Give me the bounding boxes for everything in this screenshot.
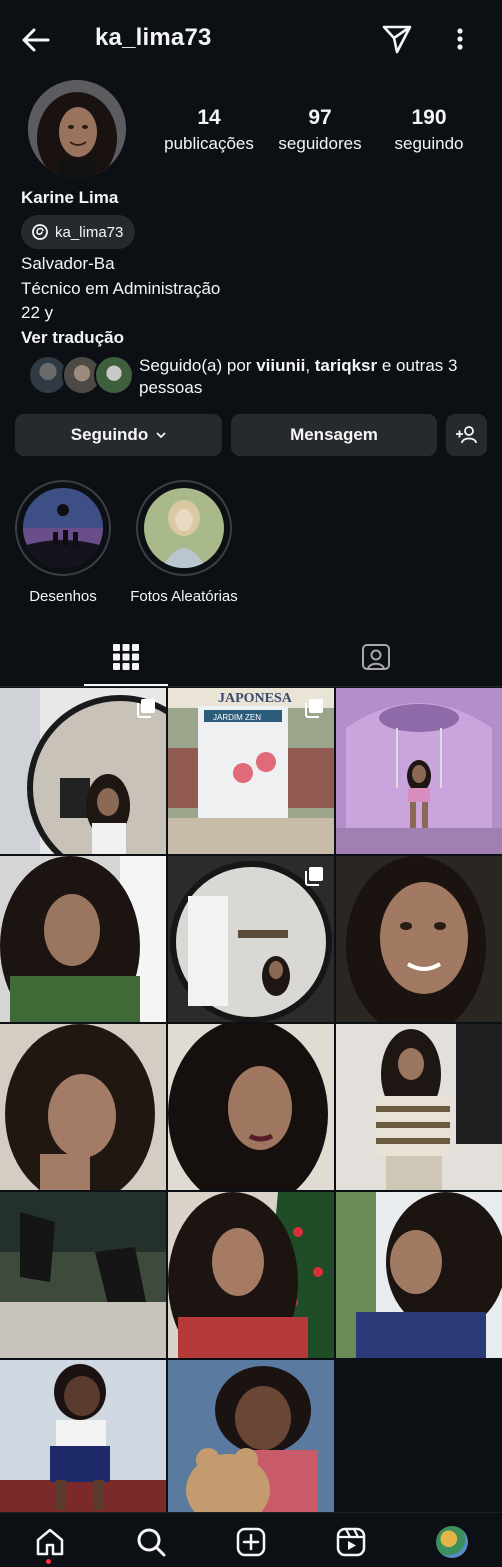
post-thumbnail[interactable] <box>168 1024 334 1190</box>
send-icon <box>382 25 412 54</box>
highlight-desenhos[interactable]: Desenhos <box>15 480 111 605</box>
post-thumbnail[interactable] <box>0 1192 166 1358</box>
nav-profile-avatar[interactable] <box>436 1526 468 1558</box>
nav-create[interactable] <box>235 1526 267 1558</box>
multiple-posts-icon <box>137 699 155 718</box>
followers-count-value: 97 <box>308 106 332 129</box>
post-thumbnail[interactable] <box>336 1024 502 1190</box>
highlight-fotos-aleatorias[interactable]: Fotos Aleatórias <box>130 480 238 605</box>
profile-photo <box>28 80 126 178</box>
post-thumbnail[interactable]: JAPONESA JARDIM ZEN <box>168 688 334 854</box>
see-translation-link[interactable]: Ver tradução <box>21 328 124 348</box>
grid-icon <box>113 644 139 670</box>
threads-icon <box>32 224 48 240</box>
post-thumbnail[interactable] <box>0 1024 166 1190</box>
profile-tabs <box>0 630 502 687</box>
post-thumbnail[interactable] <box>0 1360 166 1526</box>
chevron-down-icon <box>156 432 166 439</box>
nav-home[interactable] <box>34 1526 66 1558</box>
mutual-followers-avatars[interactable] <box>28 355 134 395</box>
tab-tagged[interactable] <box>334 630 418 684</box>
highlight-label: Fotos Aleatórias <box>130 588 238 605</box>
bio-line: 22 y <box>21 303 54 322</box>
multiple-posts-icon <box>305 867 323 886</box>
post-thumbnail[interactable] <box>168 1360 334 1526</box>
threads-badge[interactable]: ka_lima73 <box>21 215 136 249</box>
share-profile-button[interactable] <box>380 22 414 56</box>
nav-search[interactable] <box>135 1526 167 1558</box>
highlight-cover <box>144 488 224 568</box>
followers-count-label: seguidores <box>278 134 362 153</box>
top-bar: ka_lima73 <box>0 0 502 76</box>
threads-handle: ka_lima73 <box>55 223 124 241</box>
reels-icon <box>336 1527 366 1557</box>
multiple-posts-icon <box>305 699 323 718</box>
tab-posts-grid[interactable] <box>84 630 168 686</box>
search-icon <box>137 1528 166 1557</box>
nav-reels[interactable] <box>335 1526 367 1558</box>
add-user-icon <box>455 426 477 444</box>
bottom-navigation <box>0 1512 502 1567</box>
highlight-label: Desenhos <box>29 588 97 605</box>
bio-line: Técnico em Administração <box>21 279 221 298</box>
following-count-value: 190 <box>411 106 447 129</box>
svg-text:JARDIM ZEN: JARDIM ZEN <box>213 713 261 722</box>
more-vertical-icon <box>457 28 463 50</box>
following-count[interactable]: 190 seguindo <box>386 106 472 154</box>
tagged-person-icon <box>362 644 390 670</box>
notification-dot <box>46 1559 51 1564</box>
back-arrow-icon <box>22 28 50 52</box>
following-count-label: seguindo <box>394 134 464 153</box>
posts-count[interactable]: 14 publicações <box>158 106 260 154</box>
home-icon <box>36 1528 64 1556</box>
post-thumbnail[interactable] <box>336 856 502 1022</box>
back-button[interactable] <box>18 22 54 58</box>
highlight-ring <box>136 480 232 576</box>
following-button-label: Seguindo <box>70 425 149 444</box>
post-thumbnail[interactable] <box>168 1192 334 1358</box>
profile-avatar[interactable] <box>28 80 126 178</box>
mutual-user-2: tariqksr <box>314 356 378 375</box>
followers-count[interactable]: 97 seguidores <box>270 106 370 154</box>
posts-count-label: publicações <box>164 134 254 153</box>
mutual-followers-text[interactable]: Seguido(a) por viiunii, tariqksr e outra… <box>139 355 484 399</box>
mutual-user-1: viiunii <box>256 356 306 375</box>
post-thumbnail[interactable] <box>336 688 502 854</box>
more-options-button[interactable] <box>448 24 472 54</box>
post-thumbnail[interactable] <box>0 856 166 1022</box>
highlight-ring <box>15 480 111 576</box>
profile-username-title: ka_lima73 <box>95 24 212 51</box>
message-button[interactable]: Mensagem <box>231 414 437 456</box>
profile-full-name: Karine Lima <box>21 188 119 207</box>
post-thumbnail[interactable] <box>336 1192 502 1358</box>
posts-count-value: 14 <box>197 106 221 129</box>
following-button[interactable]: Seguindo <box>15 414 222 456</box>
suggested-users-button[interactable] <box>446 414 487 456</box>
message-button-label: Mensagem <box>290 425 378 444</box>
svg-text:JAPONESA: JAPONESA <box>218 691 293 706</box>
highlight-cover <box>23 488 103 568</box>
post-thumbnail[interactable] <box>168 856 334 1022</box>
avatar <box>94 355 134 395</box>
create-icon <box>236 1527 266 1557</box>
bio-line: Salvador-Ba <box>21 254 115 273</box>
post-thumbnail[interactable] <box>0 688 166 854</box>
mutual-prefix: Seguido(a) por <box>139 356 257 375</box>
mutual-separator: , <box>305 356 315 375</box>
